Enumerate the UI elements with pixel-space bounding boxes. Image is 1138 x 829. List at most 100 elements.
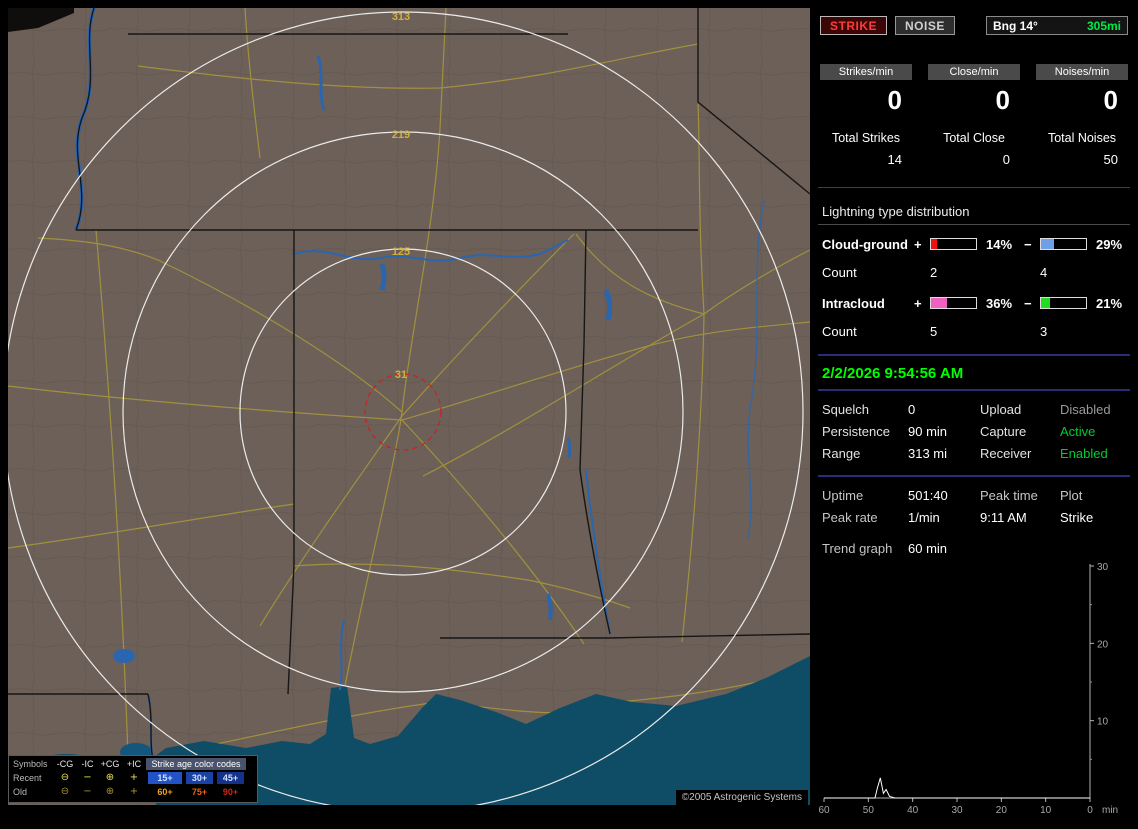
- close-per-min-label: Close/min: [928, 64, 1020, 80]
- capture-label: Capture: [980, 424, 1027, 439]
- cg-plus-bar-fill: [931, 239, 938, 249]
- peak-rate-label: Peak rate: [822, 510, 878, 525]
- range-label: Range: [822, 446, 861, 461]
- age-code-45: 45+: [217, 772, 244, 784]
- capture-status: Active: [1060, 424, 1096, 439]
- persistence-label: Persistence: [822, 424, 890, 439]
- age-code-30: 30+: [186, 772, 213, 784]
- map-legend: Symbols -CG -IC +CG +IC Strike age color…: [8, 755, 258, 803]
- cg-minus-pct: 29%: [1096, 236, 1123, 252]
- svg-text:40: 40: [907, 805, 919, 816]
- ic-plus-count: 5: [930, 323, 938, 339]
- legend-age-header: Strike age color codes: [146, 758, 246, 770]
- copyright-text: ©2005 Astrogenic Systems: [675, 790, 808, 805]
- bearing-distance: 305mi: [1086, 18, 1121, 33]
- neg-ic-old-icon: −: [83, 786, 92, 797]
- receiver-label: Receiver: [980, 446, 1032, 461]
- persistence-value: 90 min: [908, 424, 948, 439]
- status-panel: STRIKE NOISE Bng 14° 305mi Strikes/min 0…: [818, 8, 1130, 816]
- ic-plus-pct: 36%: [986, 295, 1013, 311]
- cg-plus-pct: 14%: [986, 236, 1013, 252]
- plot-value: Strike: [1060, 510, 1094, 525]
- svg-text:0: 0: [1087, 805, 1093, 816]
- total-noises-label: Total Noises: [1047, 131, 1117, 145]
- svg-text:30: 30: [1097, 562, 1109, 573]
- svg-text:10: 10: [1097, 717, 1109, 728]
- cg-plus-count: 2: [930, 264, 938, 280]
- intracloud-label: Intracloud: [822, 295, 885, 311]
- map-container: 313 219 125 31 Symbols -CG -IC +CG +IC S…: [8, 8, 810, 805]
- cloud-ground-row: Cloud-ground + 14% − 29%: [818, 235, 1130, 253]
- plot-label: Plot: [1060, 488, 1083, 503]
- distribution-title: Lightning type distribution: [818, 204, 1130, 225]
- legend-col-pos-cg: +CG: [100, 759, 120, 769]
- svg-text:min: min: [1102, 805, 1118, 816]
- total-noises-value: 50: [1103, 152, 1118, 167]
- ic-plus-bar: [930, 297, 977, 309]
- cg-minus-count: 4: [1040, 264, 1048, 280]
- settings-grid: Squelch 0 Upload Disabled Persistence 90…: [818, 402, 1130, 461]
- ic-minus-pct: 21%: [1096, 295, 1123, 311]
- count-label: Count: [822, 264, 857, 280]
- noise-mode-button[interactable]: NOISE: [895, 16, 955, 35]
- pos-ic-recent-icon: +: [129, 772, 139, 783]
- legend-old-label: Old: [13, 787, 28, 797]
- age-code-15: 15+: [148, 772, 182, 784]
- trend-graph-label: Trend graph: [822, 541, 893, 556]
- range-value: 313 mi: [908, 446, 948, 461]
- close-per-min-value: 0: [995, 85, 1010, 115]
- svg-text:50: 50: [863, 805, 875, 816]
- age-code-60: 60+: [148, 786, 182, 798]
- legend-col-pos-ic: +IC: [126, 759, 142, 769]
- divider: [818, 187, 1130, 188]
- trend-chart-container: 10 20 30 60 50 40 30 20 10 0 min: [818, 560, 1130, 829]
- count-label: Count: [822, 323, 857, 339]
- plus-sign: +: [914, 295, 922, 311]
- total-close-value: 0: [1002, 152, 1010, 167]
- total-close-label: Total Close: [943, 131, 1005, 145]
- legend-col-neg-ic: -IC: [81, 759, 94, 769]
- neg-cg-old-icon: ⊖: [60, 786, 70, 797]
- range-ring-label: 125: [392, 246, 410, 258]
- divider: [818, 475, 1130, 477]
- trend-graph-value: 60 min: [908, 541, 948, 556]
- uptime-label: Uptime: [822, 488, 864, 503]
- rate-counters: Strikes/min 0 Close/min 0 Noises/min 0: [818, 64, 1130, 116]
- minus-sign: −: [1024, 236, 1032, 252]
- uptime-value: 501:40: [908, 488, 948, 503]
- legend-recent-label: Recent: [13, 773, 42, 783]
- svg-text:20: 20: [1097, 639, 1109, 650]
- legend-symbols-label: Symbols: [13, 759, 48, 769]
- cloud-ground-label: Cloud-ground: [822, 236, 908, 252]
- divider: [818, 389, 1130, 391]
- ic-minus-bar: [1040, 297, 1087, 309]
- ic-plus-bar-fill: [931, 298, 948, 308]
- total-strikes-value: 14: [887, 152, 902, 167]
- neg-ic-recent-icon: −: [83, 772, 92, 783]
- map-view[interactable]: 313 219 125 31: [8, 8, 810, 805]
- mode-toolbar: STRIKE NOISE Bng 14° 305mi: [818, 8, 1130, 35]
- peak-time-label: Peak time: [980, 488, 1038, 503]
- strike-mode-button[interactable]: STRIKE: [820, 16, 888, 35]
- trend-graph-row: Trend graph 60 min: [818, 541, 1130, 556]
- cg-minus-bar: [1040, 238, 1087, 250]
- svg-text:10: 10: [1040, 805, 1052, 816]
- age-code-75: 75+: [186, 786, 213, 798]
- noises-per-min-value: 0: [1103, 85, 1118, 115]
- peak-rate-value: 1/min: [908, 510, 940, 525]
- trend-chart: 10 20 30 60 50 40 30 20 10 0 min: [818, 562, 1118, 816]
- county-lines: [8, 8, 810, 805]
- svg-text:60: 60: [818, 805, 830, 816]
- legend-header-row: Symbols -CG -IC +CG +IC Strike age color…: [11, 757, 255, 771]
- strikes-per-min-value: 0: [887, 85, 902, 115]
- plus-sign: +: [914, 236, 922, 252]
- range-ring-label: 31: [395, 369, 407, 381]
- noises-per-min-label: Noises/min: [1036, 64, 1128, 80]
- strikes-per-min-label: Strikes/min: [820, 64, 912, 80]
- cloud-ground-count-row: Count 2 4: [818, 263, 1130, 281]
- squelch-label: Squelch: [822, 402, 869, 417]
- legend-recent-row: Recent ⊖ − ⊕ + 15+ 30+ 45+: [11, 771, 255, 785]
- svg-text:20: 20: [996, 805, 1008, 816]
- bearing-readout: Bng 14° 305mi: [986, 16, 1128, 35]
- total-strikes-label: Total Strikes: [831, 131, 901, 145]
